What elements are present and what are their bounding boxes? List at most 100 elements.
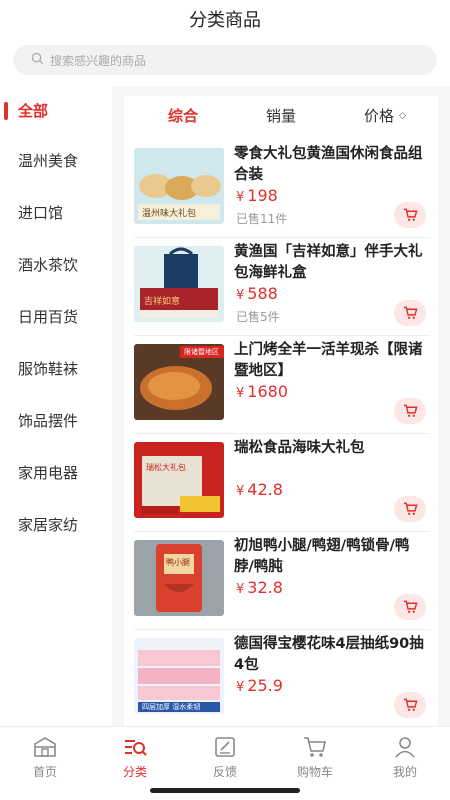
product-card[interactable]: 四层加厚 湿水柔韧 德国得宝樱花味4层抽纸90抽4包 ¥25.9 <box>134 630 430 726</box>
price-value: 1680 <box>247 382 288 401</box>
sort-tab-sales[interactable]: 销量 <box>266 105 296 126</box>
tab-label: 首页 <box>32 765 57 779</box>
feedback-icon <box>215 737 235 757</box>
sidebar-item-all[interactable]: 全部 <box>0 86 112 134</box>
currency-symbol: ¥ <box>236 484 245 499</box>
thumbnail-caption: 吉祥如意 <box>144 297 181 307</box>
product-title: 德国得宝樱花味4层抽纸90抽4包 <box>234 636 424 673</box>
price-value: 588 <box>247 284 278 303</box>
product-title: 黄渔国「吉祥如意」伴手大礼包海鲜礼盒 <box>234 244 423 281</box>
search-icon <box>31 52 50 68</box>
tab-label: 分类 <box>122 765 147 779</box>
tab-label: 购物车 <box>296 765 333 779</box>
sidebar-item-label: 饰品摆件 <box>18 411 79 430</box>
add-to-cart-button[interactable] <box>394 594 426 620</box>
product-title: 上门烤全羊一活羊现杀【限诸暨地区】 <box>234 342 423 379</box>
product-card[interactable]: 限诸暨地区 上门烤全羊一活羊现杀【限诸暨地区】 ¥1680 <box>134 336 430 434</box>
category-icon <box>125 740 147 756</box>
sidebar-item-label: 家居家纺 <box>18 515 79 534</box>
sidebar-item-imports[interactable]: 进口馆 <box>0 186 112 238</box>
product-price: ¥1680 <box>236 382 288 401</box>
cart-icon <box>403 600 418 613</box>
product-price: ¥32.8 <box>236 578 283 597</box>
sidebar-item-label: 酒水茶饮 <box>18 255 79 274</box>
product-thumbnail: 限诸暨地区 <box>134 344 224 420</box>
cart-icon <box>403 404 418 417</box>
tab-home[interactable]: 首页 <box>15 733 75 779</box>
tab-label: 反馈 <box>212 765 237 779</box>
price-value: 198 <box>247 186 278 205</box>
product-thumbnail: 四层加厚 湿水柔韧 <box>134 638 224 714</box>
currency-symbol: ¥ <box>236 680 245 695</box>
price-value: 42.8 <box>247 480 283 499</box>
search-bar: 搜索感兴趣的商品 <box>0 38 450 86</box>
product-thumbnail: 温州味大礼包 <box>134 148 224 224</box>
sort-bar: 综合 销量 价格 ◇ <box>124 96 438 136</box>
sidebar-item-label: 家用电器 <box>18 463 79 482</box>
cart-icon <box>403 208 418 221</box>
sidebar-item-label: 日用百货 <box>18 307 79 326</box>
thumbnail-caption: 限诸暨地区 <box>184 348 219 356</box>
sold-count: 已售11件 <box>236 212 288 226</box>
thumbnail-caption: 鸭小腿 <box>166 558 190 567</box>
sidebar-item-home-textiles[interactable]: 家居家纺 <box>0 498 112 550</box>
add-to-cart-button[interactable] <box>394 202 426 228</box>
currency-symbol: ¥ <box>236 190 245 205</box>
price-value: 25.9 <box>247 676 283 695</box>
currency-symbol: ¥ <box>236 582 245 597</box>
search-input[interactable]: 搜索感兴趣的商品 <box>13 45 437 75</box>
profile-icon <box>395 737 415 758</box>
tab-cart[interactable]: 购物车 <box>285 733 345 779</box>
add-to-cart-button[interactable] <box>394 692 426 718</box>
product-thumbnail: 吉祥如意 <box>134 246 224 322</box>
product-card[interactable]: 瑞松大礼包 瑞松食品海味大礼包 ¥42.8 <box>134 434 430 532</box>
sort-tab-comprehensive[interactable]: 综合 <box>168 105 198 126</box>
add-to-cart-button[interactable] <box>394 496 426 522</box>
product-thumbnail: 瑞松大礼包 <box>134 442 224 518</box>
home-icon <box>34 737 56 757</box>
product-card[interactable]: 温州味大礼包 零食大礼包黄渔国休闲食品组合装 ¥198 已售11件 <box>134 140 430 238</box>
currency-symbol: ¥ <box>236 288 245 303</box>
sort-tab-price-label: 价格 <box>364 107 395 125</box>
add-to-cart-button[interactable] <box>394 300 426 326</box>
cart-icon <box>403 698 418 711</box>
page-header: 分类商品 <box>0 0 450 38</box>
sort-tab-price[interactable]: 价格 ◇ <box>364 105 406 126</box>
cart-icon <box>403 306 418 319</box>
tab-label: 我的 <box>392 765 417 779</box>
product-price: ¥42.8 <box>236 480 283 499</box>
product-title: 零食大礼包黄渔国休闲食品组合装 <box>234 146 423 183</box>
sidebar-item-label: 温州美食 <box>18 151 79 170</box>
product-panel: 综合 销量 价格 ◇ 温州味大礼包 零食大礼包黄渔国休闲食品组合装 ¥198 已… <box>124 96 438 726</box>
sort-toggle-icon: ◇ <box>399 110 406 121</box>
thumbnail-caption: 四层加厚 湿水柔韧 <box>142 703 201 711</box>
price-value: 32.8 <box>247 578 283 597</box>
product-price: ¥588 <box>236 284 278 303</box>
product-price: ¥198 <box>236 186 278 205</box>
sidebar-item-apparel[interactable]: 服饰鞋袜 <box>0 342 112 394</box>
sidebar-item-label: 服饰鞋袜 <box>18 359 79 378</box>
page-title: 分类商品 <box>189 10 261 31</box>
product-title: 瑞松食品海味大礼包 <box>234 440 365 456</box>
currency-symbol: ¥ <box>236 386 245 401</box>
sidebar-item-ornaments[interactable]: 饰品摆件 <box>0 394 112 446</box>
sidebar-item-drinks[interactable]: 酒水茶饮 <box>0 238 112 290</box>
home-indicator <box>150 788 300 793</box>
product-thumbnail: 鸭小腿 <box>134 540 224 616</box>
add-to-cart-button[interactable] <box>394 398 426 424</box>
product-price: ¥25.9 <box>236 676 283 695</box>
search-placeholder: 搜索感兴趣的商品 <box>50 53 147 68</box>
product-card[interactable]: 吉祥如意 黄渔国「吉祥如意」伴手大礼包海鲜礼盒 ¥588 已售5件 <box>134 238 430 336</box>
sidebar-item-wenzhou-food[interactable]: 温州美食 <box>0 134 112 186</box>
category-sidebar: 全部 温州美食 进口馆 酒水茶饮 日用百货 服饰鞋袜 饰品摆件 家用电器 家居家… <box>0 86 112 726</box>
tab-feedback[interactable]: 反馈 <box>195 733 255 779</box>
tab-profile[interactable]: 我的 <box>375 733 435 779</box>
product-card[interactable]: 鸭小腿 初旭鸭小腿/鸭翅/鸭锁骨/鸭脖/鸭肫 ¥32.8 <box>134 532 430 630</box>
sidebar-item-label: 全部 <box>18 101 49 120</box>
sidebar-item-label: 进口馆 <box>18 203 64 222</box>
sidebar-item-appliances[interactable]: 家用电器 <box>0 446 112 498</box>
thumbnail-caption: 瑞松大礼包 <box>146 463 186 472</box>
sidebar-item-daily-goods[interactable]: 日用百货 <box>0 290 112 342</box>
tab-category[interactable]: 分类 <box>105 733 165 779</box>
cart-icon <box>304 737 326 757</box>
